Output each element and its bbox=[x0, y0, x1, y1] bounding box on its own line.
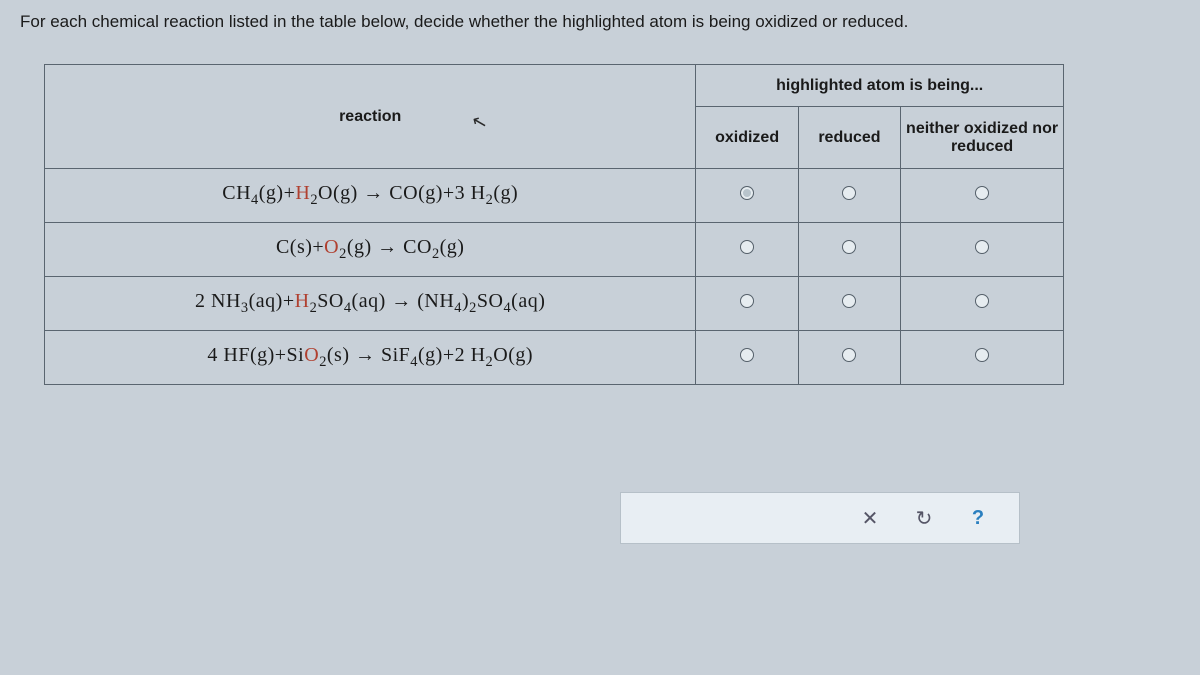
reaction-table: reaction highlighted atom is being... ox… bbox=[44, 64, 1064, 385]
radio-reduced[interactable] bbox=[842, 186, 856, 200]
header-reaction: reaction bbox=[45, 65, 696, 169]
reset-button[interactable]: ↻ bbox=[911, 505, 937, 531]
close-button[interactable]: ✕ bbox=[857, 505, 883, 531]
radio-reduced[interactable] bbox=[842, 348, 856, 362]
equation: CH4(g)+H2O(g) → CO(g)+3 H2(g) bbox=[222, 182, 518, 204]
footer-toolbar: ✕ ↻ ? bbox=[620, 492, 1020, 544]
help-button[interactable]: ? bbox=[965, 505, 991, 531]
equation: 4 HF(g)+SiO2(s) → SiF4(g)+2 H2O(g) bbox=[207, 344, 533, 366]
radio-neither[interactable] bbox=[975, 240, 989, 254]
reaction-table-wrap: reaction highlighted atom is being... ox… bbox=[44, 64, 1064, 385]
header-oxidized: oxidized bbox=[696, 107, 798, 169]
radio-neither[interactable] bbox=[975, 348, 989, 362]
radio-reduced[interactable] bbox=[842, 240, 856, 254]
table-row: 2 NH3(aq)+H2SO4(aq) → (NH4)2SO4(aq) bbox=[45, 277, 1064, 331]
radio-neither[interactable] bbox=[975, 294, 989, 308]
radio-oxidized[interactable] bbox=[740, 240, 754, 254]
question-prompt: For each chemical reaction listed in the… bbox=[20, 12, 1180, 32]
radio-oxidized[interactable] bbox=[740, 348, 754, 362]
table-row: CH4(g)+H2O(g) → CO(g)+3 H2(g) bbox=[45, 169, 1064, 223]
table-row: 4 HF(g)+SiO2(s) → SiF4(g)+2 H2O(g) bbox=[45, 331, 1064, 385]
equation: 2 NH3(aq)+H2SO4(aq) → (NH4)2SO4(aq) bbox=[195, 290, 545, 312]
radio-neither[interactable] bbox=[975, 186, 989, 200]
radio-oxidized[interactable] bbox=[740, 186, 754, 200]
table-row: C(s)+O2(g) → CO2(g) bbox=[45, 223, 1064, 277]
equation: C(s)+O2(g) → CO2(g) bbox=[276, 236, 465, 258]
header-neither: neither oxidized nor reduced bbox=[901, 107, 1064, 169]
radio-reduced[interactable] bbox=[842, 294, 856, 308]
header-reduced: reduced bbox=[798, 107, 900, 169]
radio-oxidized[interactable] bbox=[740, 294, 754, 308]
header-group: highlighted atom is being... bbox=[696, 65, 1064, 107]
